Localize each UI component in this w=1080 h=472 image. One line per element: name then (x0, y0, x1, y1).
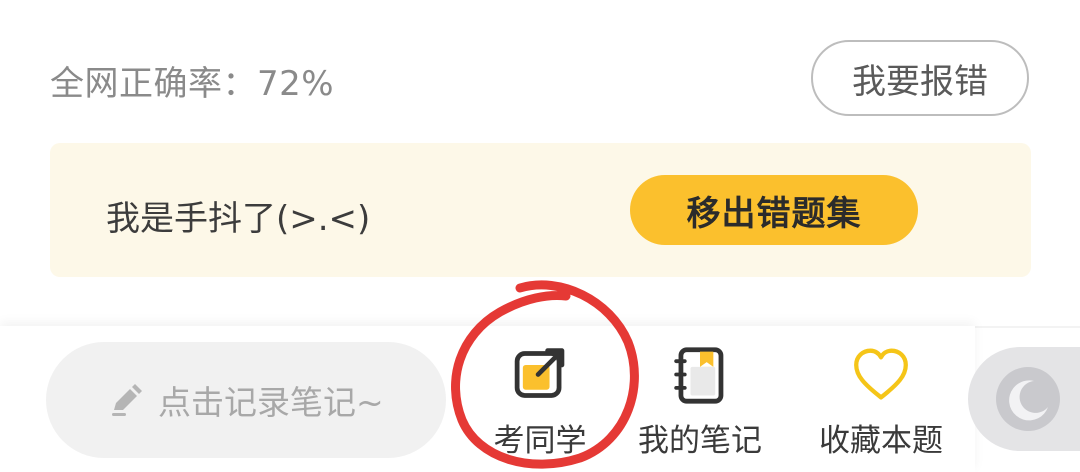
bottom-toolbar: 点击记录笔记~ 考同学 我的笔记 收藏本题 (0, 326, 975, 472)
exam-classmate-button[interactable]: 考同学 (465, 342, 615, 460)
my-notes-label: 我的笔记 (638, 423, 762, 459)
night-mode-button[interactable] (968, 347, 1080, 451)
note-input-placeholder: 点击记录笔记~ (158, 383, 384, 422)
night-mode-icon-bg (996, 367, 1060, 431)
wrong-answer-note-card: 我是手抖了(>.<) 移出错题集 (50, 143, 1031, 277)
remove-from-wrong-set-button[interactable]: 移出错题集 (630, 175, 918, 245)
share-external-icon (514, 348, 565, 398)
notebook-icon (674, 347, 724, 404)
note-text: 我是手抖了(>.<) (106, 199, 371, 239)
take-note-input[interactable]: 点击记录笔记~ (46, 342, 446, 458)
favorite-question-button[interactable]: 收藏本题 (806, 342, 956, 460)
my-notes-button[interactable]: 我的笔记 (625, 342, 775, 460)
question-footer-screen: 全网正确率：72% 我要报错 我是手抖了(>.<) 移出错题集 点击记录笔记~ … (0, 0, 1080, 472)
pencil-icon (112, 384, 142, 416)
exam-classmate-label: 考同学 (493, 423, 587, 459)
accuracy-rate: 全网正确率：72% (50, 64, 335, 104)
favorite-question-label: 收藏本题 (819, 423, 943, 459)
moon-icon (1009, 380, 1048, 421)
report-error-button[interactable]: 我要报错 (811, 40, 1029, 116)
heart-icon (854, 348, 908, 400)
